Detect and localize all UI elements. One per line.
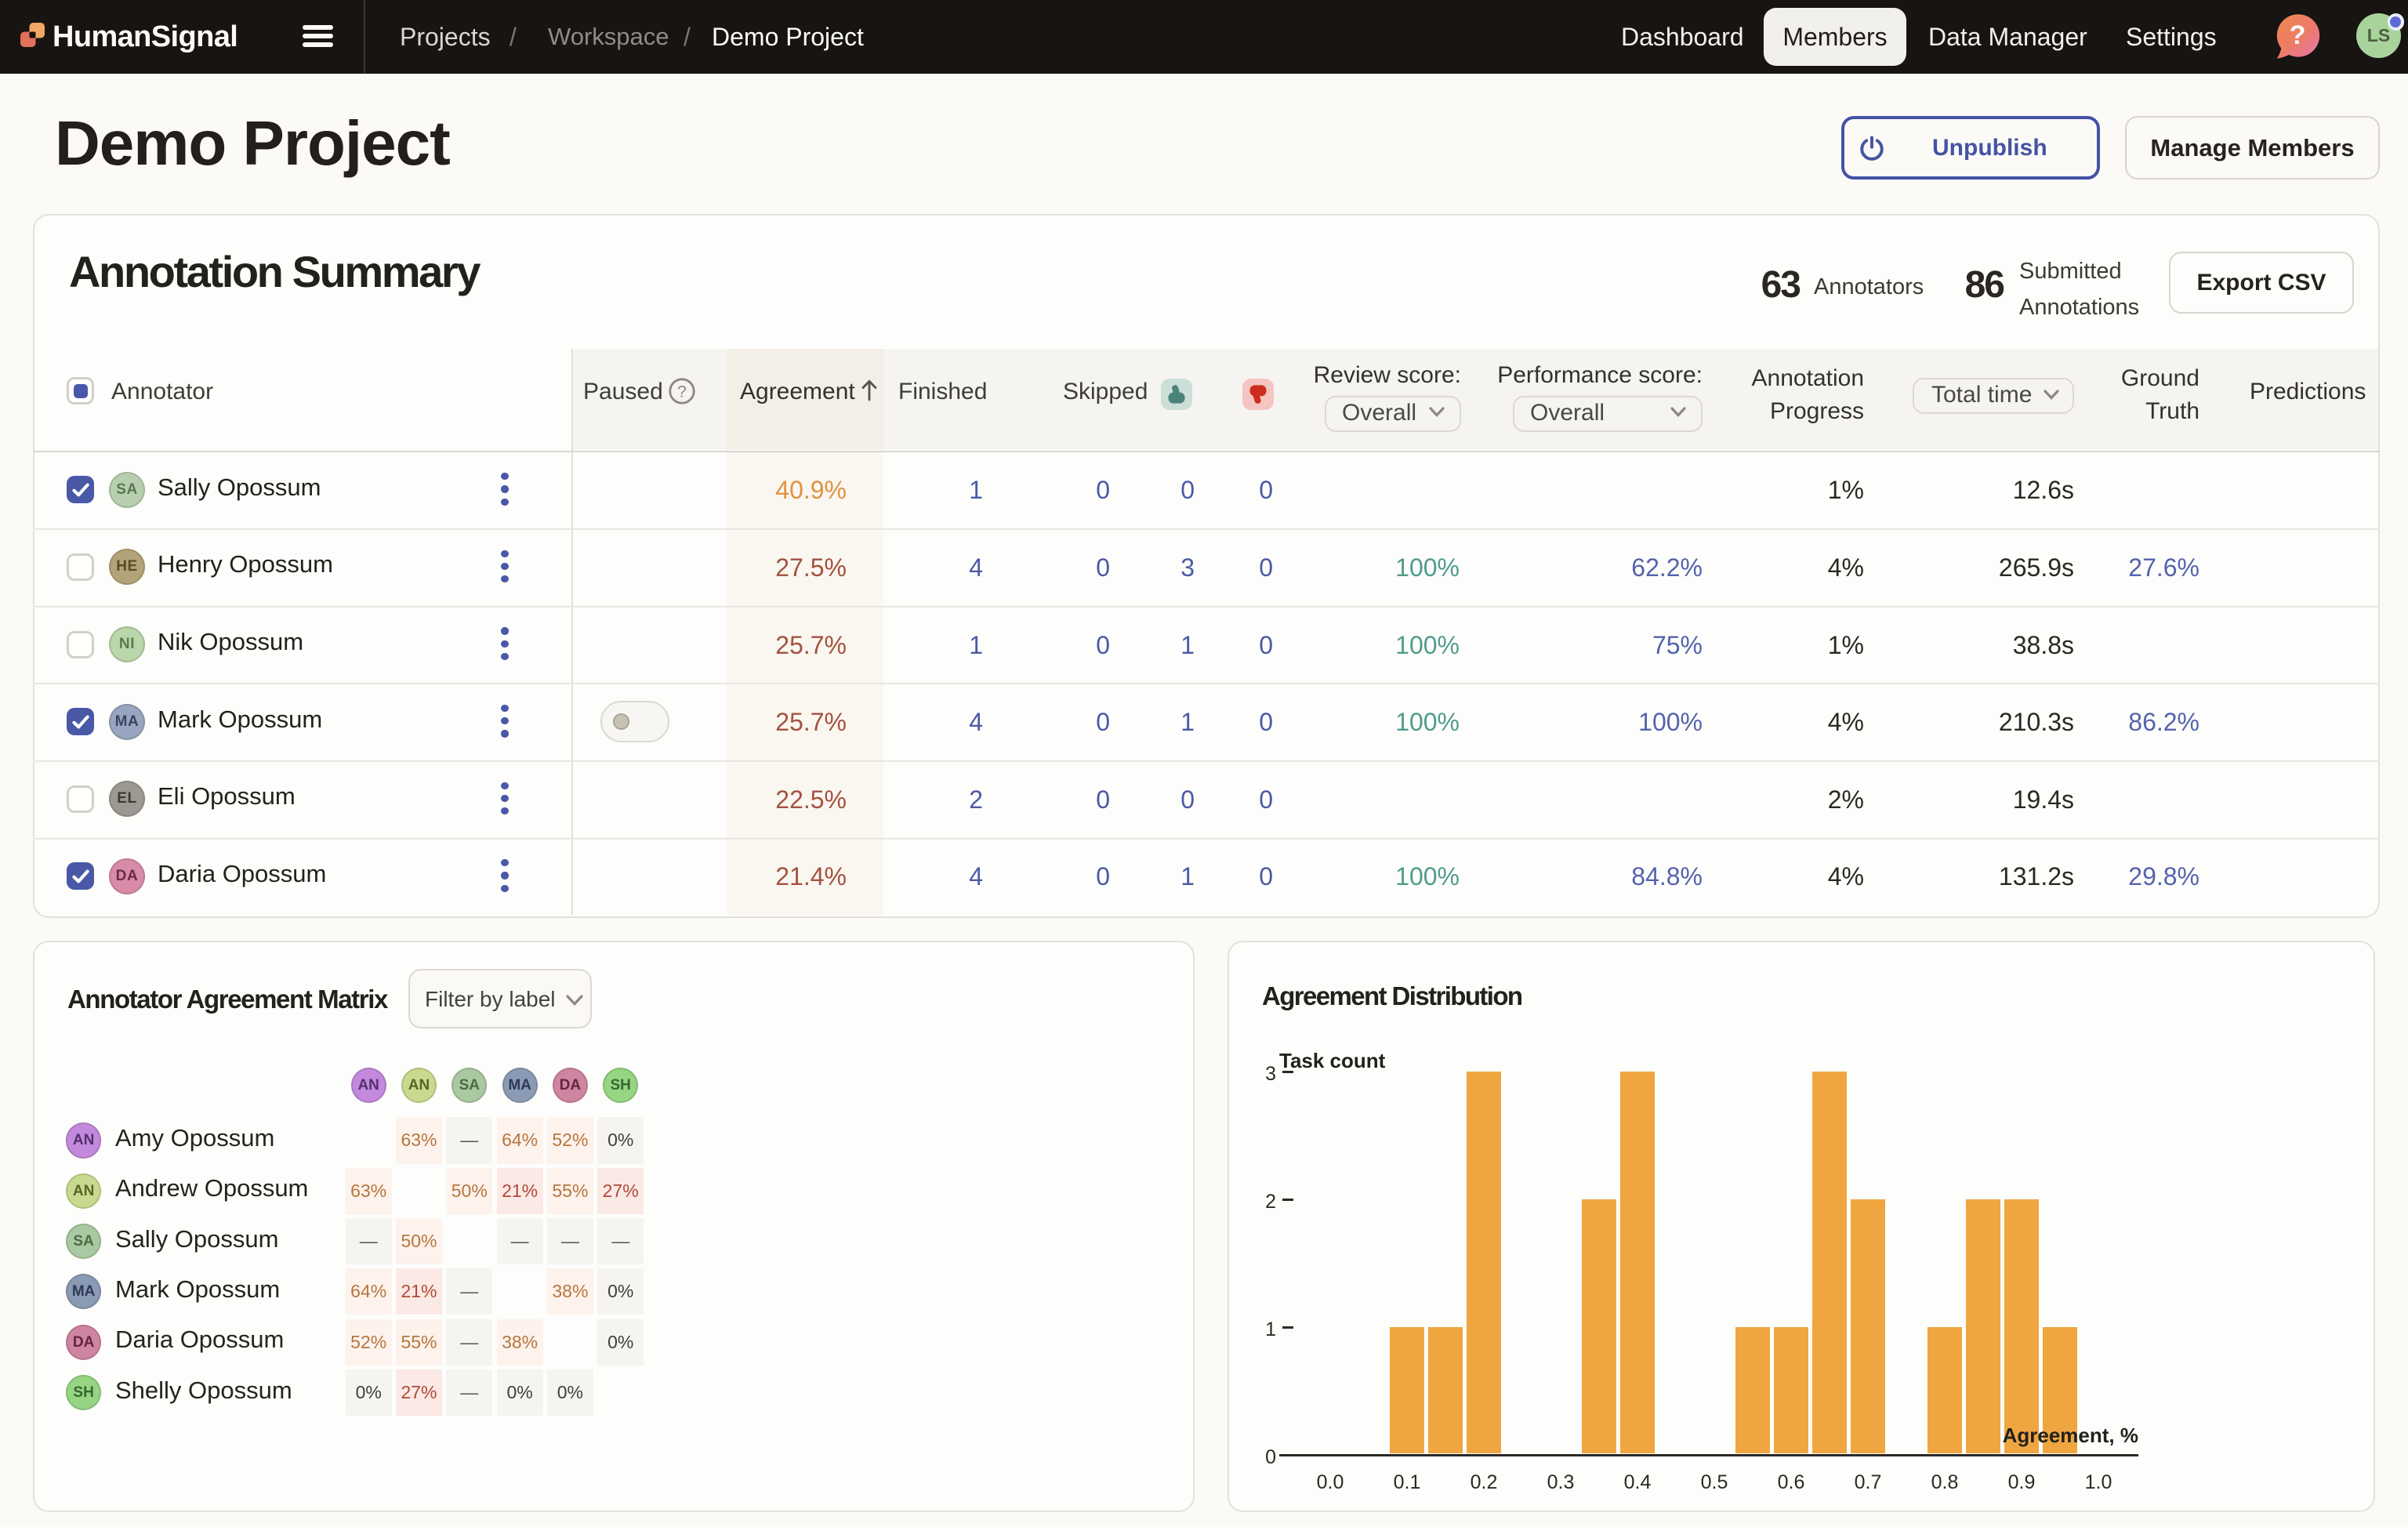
svg-text:?: ? xyxy=(2290,20,2306,50)
svg-text:?: ? xyxy=(677,383,687,401)
